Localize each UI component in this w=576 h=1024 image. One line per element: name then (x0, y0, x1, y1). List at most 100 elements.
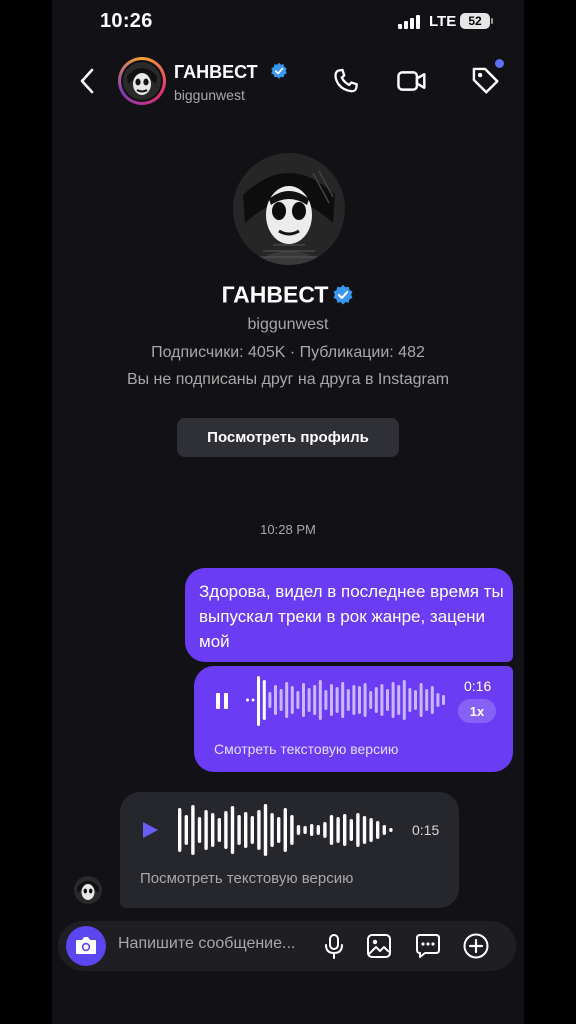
waveform-bar (310, 824, 314, 836)
waveform-bar (356, 813, 360, 847)
message-input[interactable] (118, 935, 308, 953)
waveform-bar (197, 817, 202, 843)
view-profile-button[interactable]: Посмотреть профиль (177, 418, 399, 457)
verified-icon (333, 284, 353, 305)
status-time: 10:26 (100, 10, 153, 32)
outgoing-message-text: Здорова, видел в последнее время ты выпу… (199, 582, 504, 651)
incoming-transcript-link[interactable]: Посмотреть текстовую версию (140, 870, 353, 887)
waveform-bar (277, 817, 281, 843)
back-icon[interactable] (74, 64, 102, 98)
playback-position-marker[interactable] (257, 676, 260, 726)
sticker-icon[interactable] (414, 932, 442, 960)
waveform-bar (419, 683, 423, 717)
waveform-bar (237, 815, 241, 845)
waveform-bar (302, 683, 305, 717)
outgoing-message[interactable]: Здорова, видел в последнее время ты выпу… (185, 568, 513, 662)
gallery-icon[interactable] (365, 932, 393, 960)
incoming-waveform[interactable] (176, 802, 396, 858)
waveform-bar (323, 822, 327, 838)
follow-status: Вы не подписаны друг на друга в Instagra… (126, 371, 450, 388)
waveform-bar (230, 806, 235, 854)
waveform-bar (204, 810, 208, 850)
outgoing-waveform[interactable] (244, 676, 449, 726)
waveform-bar (341, 682, 345, 718)
waveform-bar (329, 815, 334, 845)
video-call-icon[interactable] (396, 66, 428, 96)
waveform-bar (274, 685, 277, 715)
waveform-bar (362, 816, 367, 844)
outgoing-voice-message[interactable]: 0:16 1x Смотреть текстовую версию (194, 666, 513, 772)
waveform-bar (369, 818, 373, 842)
waveform-bar (250, 816, 254, 844)
waveform-bar (268, 692, 272, 708)
phone-icon[interactable] (331, 66, 361, 96)
waveform-bar (436, 693, 440, 707)
header-avatar[interactable] (118, 57, 166, 105)
profile-name-text: ГАНВЕСТ (221, 281, 329, 308)
waveform-bar (318, 680, 322, 720)
verified-icon (271, 62, 287, 79)
outgoing-transcript-link[interactable]: Смотреть текстовую версию (214, 741, 398, 757)
waveform-bar (263, 804, 268, 856)
waveform-bar (330, 684, 333, 716)
waveform-bar (374, 687, 378, 713)
waveform-bar (343, 814, 347, 846)
outgoing-voice-duration: 0:16 (464, 678, 492, 694)
camera-icon (76, 937, 96, 954)
tag-icon[interactable] (469, 64, 501, 96)
play-icon[interactable] (140, 820, 160, 840)
plus-icon[interactable] (462, 932, 490, 960)
waveform-bar (251, 698, 255, 702)
waveform-bar (257, 810, 261, 850)
waveform-bar (316, 825, 320, 835)
waveform-bar (397, 685, 401, 715)
camera-button[interactable] (66, 926, 106, 966)
waveform-bar (430, 686, 434, 714)
waveform-bar (224, 811, 228, 849)
message-composer (58, 921, 516, 971)
waveform-bar (389, 828, 393, 832)
waveform-bar (391, 682, 395, 718)
pause-icon[interactable] (215, 692, 229, 710)
waveform-bar (303, 826, 307, 834)
waveform-bar (414, 690, 417, 710)
signal-icon (398, 15, 420, 29)
waveform-bar (346, 689, 350, 711)
waveform-bar (363, 683, 367, 717)
battery-icon: 52 (460, 13, 493, 29)
waveform-bar (358, 686, 361, 714)
waveform-bar (279, 689, 283, 711)
waveform-bar (270, 813, 274, 847)
microphone-icon[interactable] (320, 932, 348, 960)
header-name[interactable]: ГАНВЕСТ (174, 62, 258, 83)
waveform-bar (352, 685, 356, 715)
waveform-bar (335, 687, 339, 713)
incoming-voice-message[interactable]: 0:15 Посмотреть текстовую версию (120, 792, 459, 908)
waveform-bar (402, 680, 406, 720)
waveform-bar (191, 805, 195, 855)
profile-username: biggunwest (247, 316, 329, 333)
waveform-bar (349, 819, 353, 841)
waveform-bar (184, 815, 188, 845)
sender-avatar[interactable] (74, 876, 102, 904)
chat-screen: 10:26 LTE 52 ГАНВЕСТ biggunwest ГАНВЕСТ … (52, 0, 524, 1024)
profile-avatar[interactable] (233, 153, 345, 265)
waveform-bar (290, 815, 294, 845)
waveform-bar (408, 688, 412, 712)
waveform-bar (442, 695, 445, 705)
waveform-bar (336, 817, 340, 843)
waveform-bar (290, 686, 294, 714)
playback-speed-button[interactable]: 1x (458, 699, 496, 723)
header-username: biggunwest (174, 87, 245, 103)
waveform-bar (285, 682, 289, 718)
waveform-bar (296, 691, 300, 709)
waveform-bar (246, 698, 249, 702)
waveform-bar (313, 685, 317, 715)
incoming-voice-duration: 0:15 (412, 822, 440, 838)
waveform-bar (211, 813, 215, 847)
waveform-bar (376, 821, 380, 839)
waveform-bar (324, 690, 328, 710)
waveform-bar (178, 808, 182, 852)
notification-dot (495, 59, 504, 68)
waveform-bar (262, 680, 266, 720)
